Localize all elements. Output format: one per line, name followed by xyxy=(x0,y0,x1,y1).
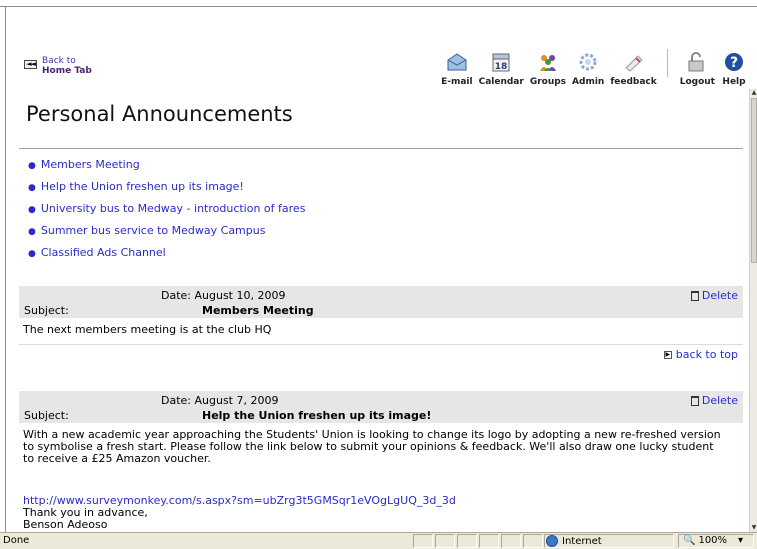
zoom-control[interactable]: 🔍 100% ▾ xyxy=(683,535,743,546)
delete-button[interactable]: Delete xyxy=(690,394,738,407)
link-summer-bus[interactable]: ● Summer bus service to Medway Campus xyxy=(28,225,305,247)
back-to-top-link[interactable]: ▶ back to top xyxy=(663,348,738,361)
announcement-date: Date: August 7, 2009 xyxy=(161,394,279,407)
announcement-links: ● Members Meeting ● Help the Union freshen… xyxy=(28,159,305,269)
back-arrow-icon: ◄◄ xyxy=(24,60,37,69)
logout-button[interactable]: Logout xyxy=(680,51,715,87)
mail-icon xyxy=(444,51,470,73)
email-button[interactable]: E-mail xyxy=(441,51,473,87)
link-classified-ads[interactable]: ● Classified Ads Channel xyxy=(28,247,305,269)
help-label: Help xyxy=(722,77,746,87)
announcement-body: The next members meeting is at the club … xyxy=(23,323,272,336)
signoff-line2: Benson Adeoso xyxy=(23,518,108,531)
link-help-union[interactable]: ● Help the Union freshen up its image! xyxy=(28,181,305,203)
vertical-scrollbar[interactable]: ▲ ▼ xyxy=(749,89,757,532)
announcement-subject: Members Meeting xyxy=(202,304,314,317)
arrow-right-icon: ▶ xyxy=(663,350,672,359)
announcement-date: Date: August 10, 2009 xyxy=(161,289,286,302)
delete-button[interactable]: Delete xyxy=(690,289,738,302)
security-zone: Internet xyxy=(546,535,602,547)
calendar-button[interactable]: 18 Calendar xyxy=(479,51,524,87)
bullet-icon: ● xyxy=(28,183,36,193)
link-text: Classified Ads Channel xyxy=(40,246,166,259)
bullet-icon: ● xyxy=(28,249,36,259)
delete-label: Delete xyxy=(701,394,738,407)
groups-icon xyxy=(535,51,561,73)
chevron-down-icon: ▾ xyxy=(738,535,744,546)
announcement-body: With a new academic year approaching the… xyxy=(23,428,721,465)
link-university-bus[interactable]: ● University bus to Medway - introduction… xyxy=(28,203,305,225)
announcement-link-block: http://www.surveymonkey.com/s.aspx?sm=ub… xyxy=(19,495,743,531)
status-panel xyxy=(413,534,433,548)
toolbar-header: ◄◄ Back to Home Tab E-mail 18 Calendar G… xyxy=(6,7,749,89)
back-line2: Home Tab xyxy=(42,66,92,76)
trash-icon xyxy=(690,395,699,406)
page-title: Personal Announcements xyxy=(26,102,293,126)
admin-icon xyxy=(575,51,601,73)
help-glyph: ? xyxy=(730,55,738,71)
calendar-icon: 18 xyxy=(488,51,514,73)
back-to-top-label: back to top xyxy=(675,348,738,361)
calendar-label: Calendar xyxy=(478,77,524,87)
calendar-day: 18 xyxy=(495,62,508,72)
link-members-meeting[interactable]: ● Members Meeting xyxy=(28,159,305,181)
signoff-line1: Thank you in advance, xyxy=(23,506,148,519)
status-panel xyxy=(501,534,521,548)
groups-label: Groups xyxy=(529,77,567,87)
toolbar-divider xyxy=(666,49,668,77)
groups-button[interactable]: Groups xyxy=(530,51,566,87)
main-content: Personal Announcements ● Members Meeting … xyxy=(6,89,749,532)
browser-frame: ◄◄ Back to Home Tab E-mail 18 Calendar G… xyxy=(0,0,757,549)
globe-icon xyxy=(546,535,558,547)
help-button[interactable]: ? Help xyxy=(721,51,747,87)
subject-label: Subject: xyxy=(24,409,69,422)
announcement-1: Date: August 10, 2009 Subject: Members M… xyxy=(19,286,743,361)
announcement-subject: Help the Union freshen up its image! xyxy=(202,409,432,422)
status-bar: Done Internet 🔍 100% ▾ xyxy=(0,532,757,549)
back-link-text: Back to Home Tab xyxy=(42,56,92,76)
trash-icon xyxy=(690,290,699,301)
logout-label: Logout xyxy=(679,77,715,87)
zoom-in-icon: 🔍 xyxy=(683,535,696,546)
announcement-divider xyxy=(19,344,743,345)
link-text: University bus to Medway - introduction … xyxy=(40,202,306,215)
link-text: Summer bus service to Medway Campus xyxy=(40,224,266,237)
subject-label: Subject: xyxy=(24,304,69,317)
scroll-thumb[interactable] xyxy=(751,98,757,263)
zone-label: Internet xyxy=(562,535,602,547)
feedback-icon xyxy=(621,51,647,73)
link-text: Help the Union freshen up its image! xyxy=(40,180,244,193)
help-icon: ? xyxy=(721,51,747,73)
tool-buttons: E-mail 18 Calendar Groups Admin feedback… xyxy=(435,49,747,87)
feedback-button[interactable]: feedback xyxy=(610,51,657,87)
zoom-level: 100% xyxy=(698,535,728,546)
announcement-header: Date: August 7, 2009 Subject: Help the U… xyxy=(19,391,743,423)
admin-button[interactable]: Admin xyxy=(572,51,604,87)
admin-label: Admin xyxy=(572,77,605,87)
feedback-label: feedback xyxy=(610,77,657,87)
delete-label: Delete xyxy=(701,289,738,302)
scroll-up-icon[interactable]: ▲ xyxy=(750,89,757,97)
email-label: E-mail xyxy=(441,77,473,87)
bullet-icon: ● xyxy=(28,161,36,171)
bullet-icon: ● xyxy=(28,227,36,237)
status-panel xyxy=(435,534,455,548)
logout-icon xyxy=(684,51,710,73)
status-panel xyxy=(457,534,477,548)
status-panel xyxy=(523,534,543,548)
back-to-home-link[interactable]: ◄◄ Back to Home Tab xyxy=(24,56,92,76)
link-text: Members Meeting xyxy=(40,158,140,171)
announcement-2: Date: August 7, 2009 Subject: Help the U… xyxy=(19,391,743,531)
scroll-down-icon[interactable]: ▼ xyxy=(750,524,757,532)
status-text: Done xyxy=(3,535,30,546)
back-line1: Back to xyxy=(42,56,76,66)
title-divider xyxy=(19,148,743,149)
bullet-icon: ● xyxy=(28,205,36,215)
announcement-header: Date: August 10, 2009 Subject: Members M… xyxy=(19,286,743,318)
status-panel xyxy=(479,534,499,548)
